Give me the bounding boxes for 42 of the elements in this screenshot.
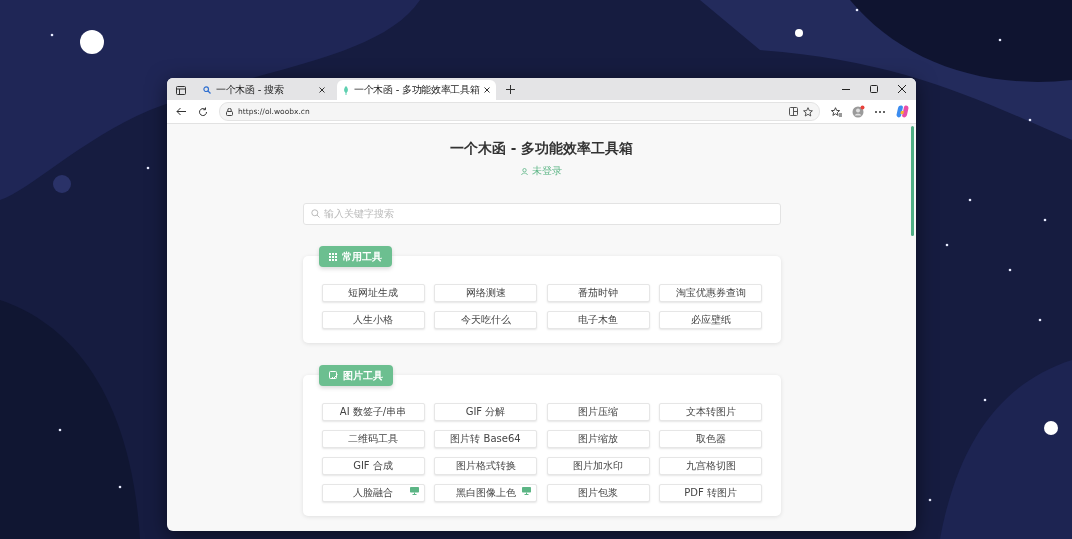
close-icon[interactable] xyxy=(484,87,491,93)
image-icon xyxy=(328,371,338,380)
tool-button[interactable]: 网络测速 xyxy=(434,284,537,302)
tool-button[interactable]: 必应壁纸 xyxy=(659,311,762,329)
tool-button[interactable]: 短网址生成 xyxy=(321,284,425,302)
tool-button[interactable]: 黑白图像上色 xyxy=(434,484,537,502)
tool-button[interactable]: 图片包浆 xyxy=(546,484,650,502)
tool-button[interactable]: GIF 合成 xyxy=(321,457,425,475)
search-field[interactable]: 输入关键字搜索 xyxy=(302,202,781,225)
lock-icon xyxy=(226,107,233,116)
tool-button[interactable]: AI 数签子/串串 xyxy=(321,403,425,421)
tool-button[interactable]: PDF 转图片 xyxy=(659,484,762,502)
tool-button[interactable]: 人脸融合 xyxy=(321,484,425,502)
tool-button[interactable]: 今天吃什么 xyxy=(434,311,537,329)
tool-button[interactable]: 图片压缩 xyxy=(546,403,650,421)
close-icon[interactable] xyxy=(319,87,325,93)
tool-button[interactable]: 取色器 xyxy=(659,430,762,448)
page-title: 一个木函 - 多功能效率工具箱 xyxy=(450,140,633,158)
split-screen-icon[interactable] xyxy=(789,107,798,116)
browser-tab[interactable]: 一个木函 - 多功能效率工具箱 xyxy=(337,80,497,100)
tool-button[interactable]: 文本转图片 xyxy=(659,403,762,421)
leaf-icon xyxy=(343,85,349,95)
tool-button[interactable]: 图片加水印 xyxy=(546,457,650,475)
search-icon xyxy=(310,208,320,218)
section-label: 图片工具 xyxy=(318,365,393,386)
tool-button[interactable]: GIF 分解 xyxy=(434,403,537,421)
tool-button[interactable]: 淘宝优惠券查询 xyxy=(659,284,762,302)
tool-button[interactable]: 人生小格 xyxy=(321,311,425,329)
tool-button[interactable]: 图片缩放 xyxy=(546,430,650,448)
star-icon[interactable] xyxy=(803,106,813,117)
search-icon xyxy=(203,86,211,94)
user-icon xyxy=(521,167,528,175)
tool-button[interactable]: 九宫格切图 xyxy=(659,457,762,475)
tool-button[interactable]: 二维码工具 xyxy=(321,430,425,448)
grid-icon xyxy=(328,252,337,261)
tool-button[interactable]: 图片转 Base64 xyxy=(434,430,537,448)
tool-button[interactable]: 电子木鱼 xyxy=(546,311,650,329)
tool-button[interactable]: 番茄时钟 xyxy=(546,284,650,302)
scrollbar[interactable] xyxy=(911,126,914,236)
section-label: 常用工具 xyxy=(318,246,392,267)
tool-button[interactable]: 图片格式转换 xyxy=(434,457,537,475)
browser-tab[interactable]: 一个木函 - 搜索 xyxy=(197,80,331,100)
